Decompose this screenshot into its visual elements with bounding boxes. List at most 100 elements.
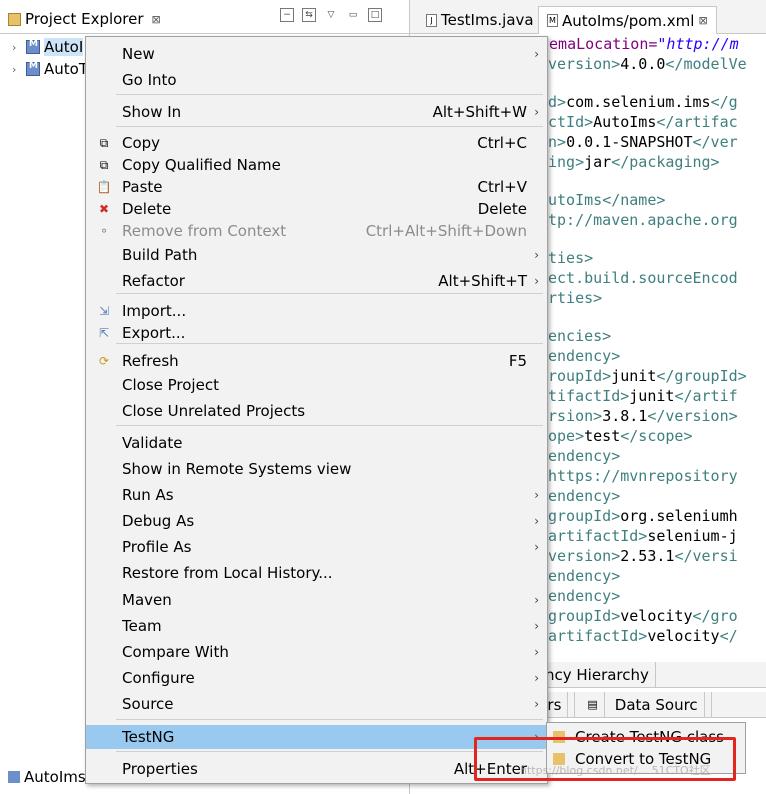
- menu-item-refactor[interactable]: Refactor Alt+Shift+T ›: [86, 269, 547, 293]
- code-text: jar: [584, 153, 612, 171]
- menu-item-copy[interactable]: ⧉ Copy Ctrl+C: [86, 131, 547, 155]
- menu-item-maven[interactable]: Maven ›: [86, 588, 547, 612]
- code-tag: tp://maven.apache.org: [548, 211, 738, 229]
- tree-item-project-2[interactable]: › AutoT: [12, 58, 88, 80]
- expand-arrow-icon[interactable]: ›: [12, 41, 22, 54]
- menu-item-copy-qualified-name[interactable]: ⧉ Copy Qualified Name: [86, 153, 547, 177]
- menu-item-label: New: [122, 45, 155, 63]
- menu-item-export[interactable]: ⇱ Export...: [86, 321, 547, 345]
- menu-item-label: Debug As: [122, 512, 195, 530]
- menu-item-label: Show in Remote Systems view: [122, 460, 352, 478]
- editor-tab-pom[interactable]: M AutoIms/pom.xml ⊠: [538, 6, 717, 34]
- menu-item-validate[interactable]: Validate: [86, 431, 547, 455]
- code-value: "http://m: [657, 35, 739, 53]
- code-tag: </version>: [647, 407, 738, 425]
- menu-item-compare-with[interactable]: Compare With ›: [86, 640, 547, 664]
- submenu-arrow-icon: ›: [534, 514, 539, 528]
- submenu-arrow-icon: ›: [534, 645, 539, 659]
- menu-item-debug-as[interactable]: Debug As ›: [86, 509, 547, 533]
- code-line: rties>: [548, 288, 766, 308]
- menu-item-team[interactable]: Team ›: [86, 614, 547, 638]
- code-tag: endency>: [548, 487, 621, 505]
- code-tag: artifactId>: [548, 627, 648, 645]
- menu-item-go-into[interactable]: Go Into: [86, 68, 547, 92]
- menu-item-new[interactable]: New ›: [86, 42, 547, 66]
- code-text: 3.8.1: [602, 407, 648, 425]
- menu-separator: [116, 719, 543, 720]
- menu-item-show-in-remote-systems-view[interactable]: Show in Remote Systems view: [86, 457, 547, 481]
- code-tag: roupId>: [548, 367, 612, 385]
- tree-item-label: AutoT: [44, 60, 88, 78]
- menu-item-label: Copy Qualified Name: [122, 156, 281, 174]
- export-icon: ⇱: [98, 326, 110, 340]
- menu-item-run-as[interactable]: Run As ›: [86, 483, 547, 507]
- code-tag: tifactId>: [548, 387, 630, 405]
- code-line: d>com.selenium.ims</g: [548, 92, 766, 112]
- menu-item-paste[interactable]: 📋 Paste Ctrl+V: [86, 175, 547, 199]
- code-line: endency>: [548, 486, 766, 506]
- link-with-editor-icon[interactable]: ⇆: [302, 8, 316, 22]
- submenu-arrow-icon: ›: [534, 274, 539, 288]
- close-icon[interactable]: ⊠: [152, 13, 161, 26]
- menu-item-close-unrelated-projects[interactable]: Close Unrelated Projects: [86, 399, 547, 423]
- editor-tab-label: AutoIms/pom.xml: [562, 11, 695, 30]
- menu-item-label: Restore from Local History...: [122, 564, 333, 582]
- menu-item-label: Validate: [122, 434, 183, 452]
- collapse-all-icon[interactable]: −: [280, 8, 294, 22]
- code-tag: ect.build.sourceEncod: [548, 269, 738, 287]
- data-source-icon: ▤: [581, 692, 605, 717]
- menu-item-restore-from-local-history[interactable]: Restore from Local History...: [86, 561, 547, 585]
- bottom-view-tab[interactable]: AutoIms: [8, 768, 86, 786]
- submenu-arrow-icon: ›: [534, 593, 539, 607]
- menu-item-import[interactable]: ⇲ Import...: [86, 299, 547, 323]
- code-line: ing>jar</packaging>: [548, 152, 766, 172]
- menu-separator: [116, 94, 543, 95]
- menu-item-remove-from-context[interactable]: ⚬ Remove from Context Ctrl+Alt+Shift+Down: [86, 219, 547, 243]
- maven-project-icon: [26, 61, 40, 76]
- minimize-icon[interactable]: ▭: [346, 8, 360, 22]
- code-tag: </gro: [692, 607, 738, 625]
- code-text: org.seleniumh: [620, 507, 738, 525]
- code-line: ect.build.sourceEncod: [548, 268, 766, 288]
- code-line: groupId>org.seleniumh: [548, 506, 766, 526]
- code-line: encies>: [548, 326, 766, 346]
- code-line: version>2.53.1</versi: [548, 546, 766, 566]
- menu-item-build-path[interactable]: Build Path ›: [86, 243, 547, 267]
- code-line: ties>: [548, 248, 766, 268]
- close-icon[interactable]: ⊠: [698, 14, 707, 27]
- code-text: 4.0.0: [620, 55, 666, 73]
- menu-item-label: Export...: [122, 324, 186, 342]
- menu-item-label: Properties: [122, 760, 198, 778]
- tab-data-source-label: Data Sourc: [609, 692, 705, 717]
- submenu-arrow-icon: ›: [534, 697, 539, 711]
- menu-item-source[interactable]: Source ›: [86, 692, 547, 716]
- menu-item-label: Run As: [122, 486, 174, 504]
- code-tag: endency>: [548, 587, 621, 605]
- tree-item-project-1[interactable]: › AutoI: [12, 36, 84, 58]
- tab-data-source[interactable]: ▤ Data Sourc: [575, 692, 712, 717]
- code-line: ope>test</scope>: [548, 426, 766, 446]
- code-tag: groupId>: [548, 607, 621, 625]
- menu-item-configure[interactable]: Configure ›: [86, 666, 547, 690]
- view-menu-icon[interactable]: ▽: [324, 8, 338, 22]
- menu-item-refresh[interactable]: ⟳ Refresh F5: [86, 349, 547, 373]
- bottom-view-tab-label: AutoIms: [24, 768, 86, 786]
- remove-context-icon: ⚬: [98, 224, 110, 238]
- code-tag: ties>: [548, 249, 594, 267]
- menu-item-accelerator: Delete: [477, 200, 527, 218]
- editor-tabbar: J TestIms.java M AutoIms/pom.xml ⊠: [410, 0, 766, 34]
- code-text: com.selenium.ims: [566, 93, 711, 111]
- code-tag: </scope>: [620, 427, 693, 445]
- code-attr: hemaLocation=: [540, 35, 658, 53]
- menu-item-label: Team: [122, 617, 162, 635]
- project-explorer-tab[interactable]: Project Explorer ⊠: [8, 6, 161, 32]
- editor-tab-testims[interactable]: J TestIms.java: [418, 6, 542, 34]
- expand-arrow-icon[interactable]: ›: [12, 63, 22, 76]
- code-tag: n>: [548, 133, 567, 151]
- menu-item-delete[interactable]: ✖ Delete Delete: [86, 197, 547, 221]
- menu-item-show-in[interactable]: Show In Alt+Shift+W ›: [86, 100, 547, 124]
- menu-item-close-project[interactable]: Close Project: [86, 373, 547, 397]
- menu-item-profile-as[interactable]: Profile As ›: [86, 535, 547, 559]
- project-explorer-icon: [8, 12, 21, 26]
- maximize-icon[interactable]: □: [368, 8, 382, 22]
